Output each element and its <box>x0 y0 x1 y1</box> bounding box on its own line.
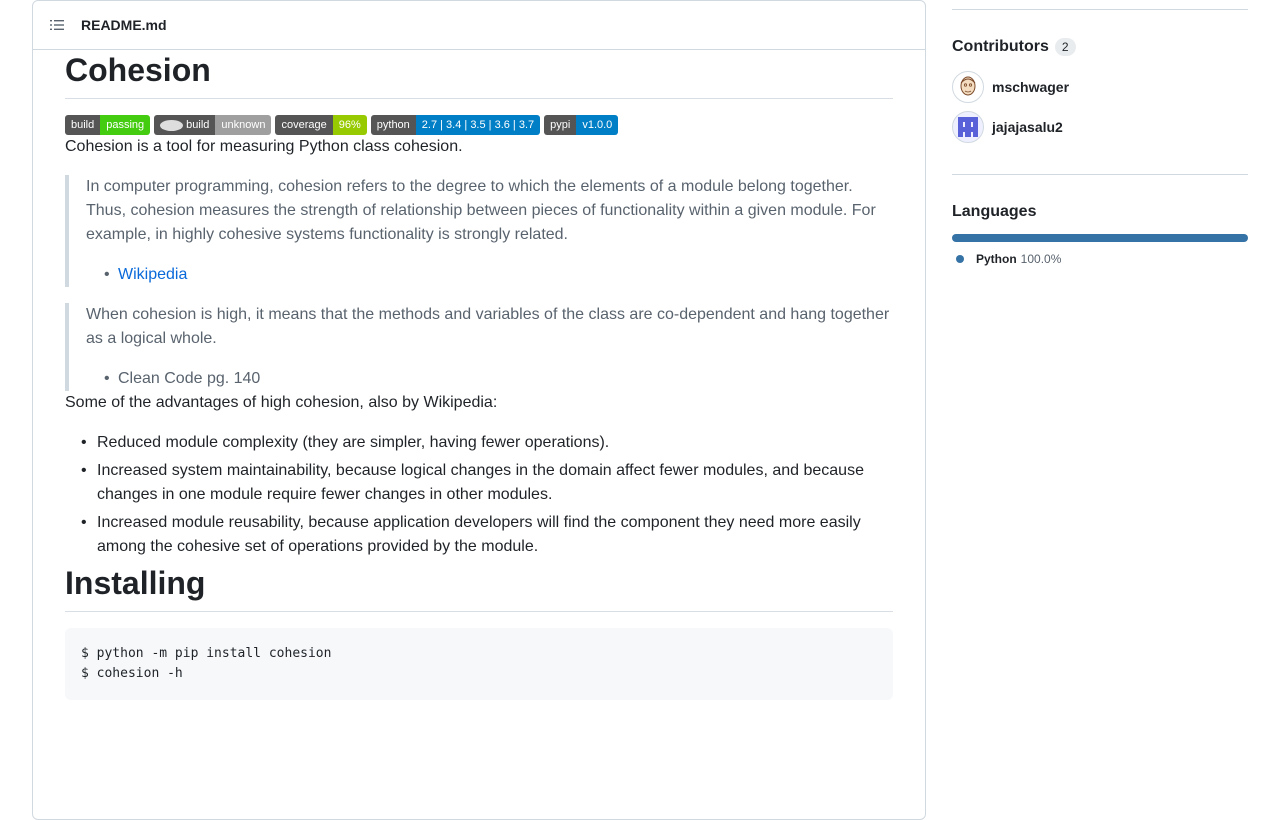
list-item: Increased module reusability, because ap… <box>81 511 893 559</box>
badge-label: coverage <box>275 115 333 135</box>
quote-source-item: Wikipedia <box>104 263 893 287</box>
build-passing-badge[interactable]: build passing <box>65 115 151 135</box>
contributor-item[interactable]: jajajasalu2 <box>952 111 1248 143</box>
language-name: Python <box>976 252 1017 266</box>
contributor-name: mschwager <box>992 79 1070 95</box>
language-item-python[interactable]: Python 100.0% <box>952 252 1248 266</box>
contributors-section: Contributors 2 mschwager jajajasalu2 <box>952 38 1248 143</box>
clean-code-quote: When cohesion is high, it means that the… <box>65 303 893 391</box>
readme-header: README.md <box>33 1 925 50</box>
quote-text: When cohesion is high, it means that the… <box>86 306 890 347</box>
badge-label: build <box>65 115 101 135</box>
languages-heading: Languages <box>952 203 1037 220</box>
list-icon[interactable] <box>49 17 65 33</box>
coverage-badge[interactable]: coverage 96% <box>275 115 367 135</box>
badge-label: build <box>186 119 210 131</box>
advantages-intro: Some of the advantages of high cohesion,… <box>65 394 498 411</box>
language-bar <box>952 234 1248 242</box>
readme-panel: README.md Cohesion build passing build u… <box>32 0 926 820</box>
contributor-name: jajajasalu2 <box>992 119 1063 135</box>
language-color-dot <box>956 255 964 263</box>
readme-title-heading: Cohesion <box>65 50 893 99</box>
contributors-count-badge: 2 <box>1054 38 1076 56</box>
installing-heading: Installing <box>65 563 893 612</box>
badge-label-group: build <box>154 115 216 135</box>
divider <box>952 9 1248 10</box>
intro-paragraph: Cohesion is a tool for measuring Python … <box>65 138 463 155</box>
avatar <box>952 71 984 103</box>
badge-value: 2.7 | 3.4 | 3.5 | 3.6 | 3.7 <box>415 115 541 135</box>
quote-source-item: Clean Code pg. 140 <box>104 367 893 391</box>
wikipedia-quote: In computer programming, cohesion refers… <box>65 175 893 287</box>
language-percent: 100.0% <box>1020 252 1062 266</box>
contributor-item[interactable]: mschwager <box>952 71 1248 103</box>
readme-content: Cohesion build passing build unknown cov… <box>33 50 925 700</box>
list-item: Reduced module complexity (they are simp… <box>81 431 893 455</box>
badge-label: python <box>370 115 416 135</box>
badge-value: v1.0.0 <box>576 115 619 135</box>
readme-filename: README.md <box>81 17 167 33</box>
list-item: Increased system maintainability, becaus… <box>81 459 893 507</box>
badge-value: unknown <box>215 115 272 135</box>
quote-source-list: Wikipedia <box>86 263 893 287</box>
quote-text: In computer programming, cohesion refers… <box>86 178 876 243</box>
avatar <box>952 111 984 143</box>
pypi-badge[interactable]: pypi v1.0.0 <box>544 115 619 135</box>
badge-value: 96% <box>332 115 367 135</box>
badge-value: passing <box>100 115 151 135</box>
python-versions-badge[interactable]: python 2.7 | 3.4 | 3.5 | 3.6 | 3.7 <box>370 115 541 135</box>
quote-source-list: Clean Code pg. 140 <box>86 367 893 391</box>
contributors-title: Contributors <box>952 38 1049 55</box>
divider <box>952 174 1248 175</box>
contributors-heading[interactable]: Contributors 2 <box>952 38 1248 56</box>
badge-row: build passing build unknown coverage 96%… <box>65 115 893 135</box>
wikipedia-link[interactable]: Wikipedia <box>118 266 187 283</box>
badge-label: pypi <box>544 115 577 135</box>
github-icon <box>160 119 184 131</box>
install-code-block[interactable]: $ python -m pip install cohesion $ cohes… <box>65 628 893 700</box>
repo-sidebar: Contributors 2 mschwager jajajasalu2 Lan… <box>952 0 1248 266</box>
build-unknown-badge[interactable]: build unknown <box>154 115 272 135</box>
languages-section: Languages Python 100.0% <box>952 203 1248 266</box>
advantages-list: Reduced module complexity (they are simp… <box>65 431 893 559</box>
